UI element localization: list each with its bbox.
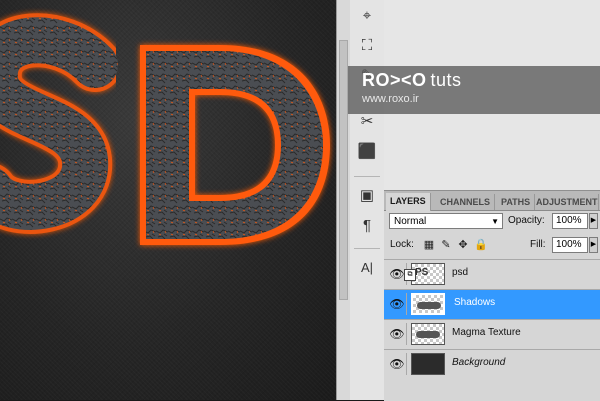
tab-channels[interactable]: CHANNELS (436, 194, 496, 210)
opacity-stepper[interactable]: ▶ (589, 213, 598, 229)
dock-divider (354, 176, 380, 177)
watermark-brand: RO><O tuts (362, 70, 462, 91)
psd-artwork (0, 13, 330, 245)
panel-dock: ⌖ ⛶ ✎ ✂ ⬛ ▣ ¶ A| (350, 0, 385, 400)
layer-row-shadows[interactable]: 👁 Shadows (384, 289, 600, 319)
smart-object-icon: ⧉ (404, 269, 416, 281)
layers-panel-tabs: LAYERS CHANNELS PATHS ADJUSTMENTS (384, 191, 600, 211)
layer-thumbnail (411, 293, 445, 315)
paragraph-icon[interactable]: ¶ (357, 216, 377, 236)
layers-panel: LAYERS CHANNELS PATHS ADJUSTMENTS Normal… (384, 190, 600, 401)
layer-name[interactable]: Magma Texture (452, 327, 521, 338)
lock-all-icon[interactable]: 🔒 (474, 239, 488, 251)
opacity-label: Opacity: (508, 215, 545, 226)
lock-transparency-icon[interactable]: ▦ (423, 239, 435, 251)
watermark-banner: RO><O tuts www.roxo.ir (348, 66, 600, 114)
layer-thumbnail: PS (411, 263, 445, 285)
fill-stepper[interactable]: ▶ (589, 237, 598, 253)
tab-paths[interactable]: PATHS (497, 194, 536, 210)
watermark-suffix: tuts (430, 70, 462, 90)
layer-row-psd[interactable]: 👁 PS ⧉ psd (384, 259, 600, 289)
tab-layers[interactable]: LAYERS (386, 193, 431, 211)
lock-position-icon[interactable]: ✥ (457, 239, 469, 251)
stamp-icon[interactable]: ⌖ (357, 6, 377, 26)
scrollbar-thumb[interactable] (339, 40, 348, 300)
history-brush-icon[interactable]: ⛶ (357, 36, 377, 56)
3d-rotate-icon[interactable]: ⬛ (357, 142, 377, 162)
fill-label: Fill: (530, 239, 546, 250)
navigator-icon[interactable]: ▣ (357, 186, 377, 206)
layer-name[interactable]: Background (452, 357, 505, 368)
layer-row-magma-texture[interactable]: 👁 Magma Texture (384, 319, 600, 349)
watermark-url: www.roxo.ir (362, 93, 419, 105)
document-canvas[interactable] (0, 0, 336, 400)
layer-thumbnail (411, 323, 445, 345)
tab-adjustments[interactable]: ADJUSTMENTS (532, 194, 599, 210)
eye-icon[interactable]: 👁 (388, 353, 407, 375)
character-icon[interactable]: A| (357, 258, 377, 278)
opacity-input[interactable]: 100% (552, 213, 588, 229)
fill-input[interactable]: 100% (552, 237, 588, 253)
watermark-logo-text: RO><O (362, 70, 427, 90)
layer-row-background[interactable]: 👁 Background (384, 349, 600, 379)
eye-icon[interactable]: 👁 (388, 293, 407, 315)
layer-thumbnail (411, 353, 445, 375)
blend-mode-value: Normal (394, 216, 427, 227)
lock-label: Lock: (390, 239, 414, 250)
lock-paint-icon[interactable]: ✎ (440, 239, 452, 251)
canvas-scrollbar[interactable] (336, 0, 351, 400)
blend-mode-select[interactable]: Normal ▼ (389, 213, 503, 229)
chevron-down-icon: ▼ (491, 217, 499, 226)
dock-divider (354, 248, 380, 249)
layer-name[interactable]: psd (452, 267, 468, 278)
magic-wand-icon[interactable]: ✂ (357, 112, 377, 132)
layer-name[interactable]: Shadows (454, 297, 495, 308)
eye-icon[interactable]: 👁 (388, 323, 407, 345)
